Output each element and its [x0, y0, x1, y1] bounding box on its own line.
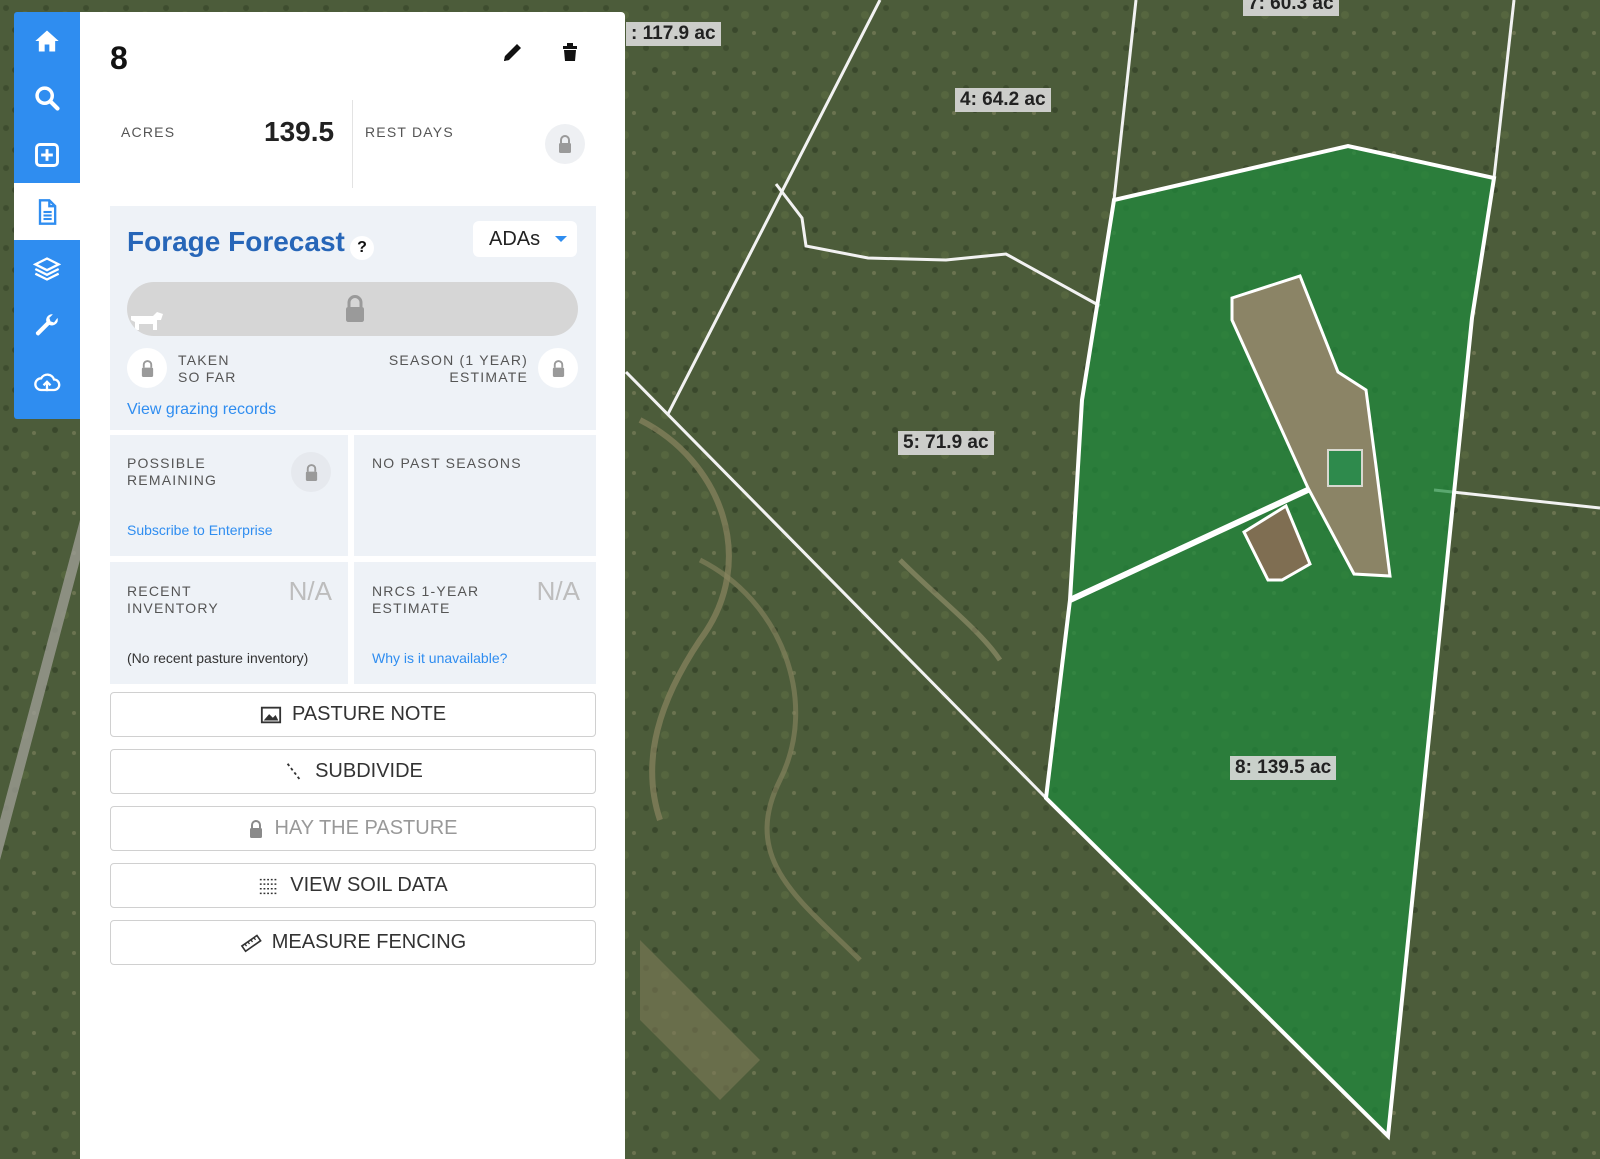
lock-icon [250, 819, 263, 838]
nrcs-estimate-label: NRCS 1-YEAR ESTIMATE [372, 583, 479, 617]
nrcs-label-line2: ESTIMATE [372, 600, 451, 616]
edit-button[interactable] [495, 34, 531, 70]
view-soil-data-button[interactable]: VIEW SOIL DATA [110, 863, 596, 908]
lock-icon [552, 359, 564, 377]
pasture-detail-panel: 8 ACRES 139.5 REST DAYS Forage Forecast … [80, 12, 625, 1159]
add-square-icon [35, 142, 59, 167]
unit-select-value: ADAs [489, 227, 541, 250]
lock-icon [305, 463, 317, 481]
help-icon[interactable]: ? [350, 236, 374, 260]
possible-remaining-label: POSSIBLE REMAINING [127, 455, 217, 489]
possible-label-line2: REMAINING [127, 472, 218, 488]
lock-icon [559, 135, 571, 153]
document-button[interactable] [14, 183, 80, 240]
why-unavailable-link[interactable]: Why is it unavailable? [372, 650, 507, 666]
soil-grid-icon [260, 878, 279, 894]
subscribe-enterprise-link[interactable]: Subscribe to Enterprise [127, 522, 273, 538]
possible-label-line1: POSSIBLE [127, 455, 206, 471]
wrench-icon [35, 313, 58, 335]
map-label-pasture-4[interactable]: 4: 64.2 ac [955, 88, 1051, 112]
search-icon [35, 85, 60, 111]
add-button[interactable] [14, 126, 80, 183]
recent-inventory-value: N/A [288, 576, 332, 606]
unit-select[interactable]: ADAs [473, 221, 577, 257]
tools-button[interactable] [14, 297, 80, 354]
delete-button[interactable] [552, 34, 588, 70]
season-estimate-label: SEASON (1 YEAR) ESTIMATE [389, 352, 528, 386]
rest-days-lock [545, 124, 585, 164]
stat-divider [352, 100, 353, 188]
layers-icon [33, 256, 61, 281]
recent-label-line1: RECENT [127, 583, 192, 599]
ruler-icon [240, 933, 262, 952]
possible-remaining-cell: POSSIBLE REMAINING Subscribe to Enterpri… [110, 435, 348, 556]
icon-rail [14, 12, 80, 419]
forage-forecast-card: Forage Forecast ? ADAs TAKEN SO FAR SEAS… [110, 206, 596, 430]
recent-label-line2: INVENTORY [127, 600, 219, 616]
image-icon [260, 706, 282, 723]
home-button[interactable] [14, 12, 80, 69]
forage-progress-bar [127, 282, 578, 336]
acres-value: 139.5 [264, 116, 335, 147]
view-grazing-records-link[interactable]: View grazing records [127, 401, 276, 419]
subdivide-label: SUBDIVIDE [315, 760, 423, 782]
subdivide-button[interactable]: SUBDIVIDE [110, 749, 596, 794]
cloud-upload-icon [34, 373, 61, 391]
map-label-pasture-5[interactable]: 5: 71.9 ac [898, 431, 994, 455]
nrcs-label-line1: NRCS 1-YEAR [372, 583, 480, 599]
nrcs-estimate-value: N/A [536, 576, 580, 606]
pasture-title: 8 [110, 40, 128, 76]
hay-pasture-button[interactable]: HAY THE PASTURE [110, 806, 596, 851]
measure-fencing-label: MEASURE FENCING [271, 931, 467, 953]
taken-label-line1: TAKEN [178, 352, 230, 368]
split-line-icon [286, 762, 302, 781]
nrcs-estimate-cell: NRCS 1-YEAR ESTIMATE N/A Why is it unava… [354, 562, 596, 684]
forage-forecast-title: Forage Forecast [127, 226, 345, 257]
taken-label: TAKEN SO FAR [178, 352, 237, 386]
acres-label: ACRES [121, 124, 176, 140]
season-label-line1: SEASON (1 YEAR) [388, 352, 528, 368]
search-button[interactable] [14, 69, 80, 126]
view-soil-data-label: VIEW SOIL DATA [290, 874, 448, 896]
map-label-pasture-8[interactable]: 8: 139.5 ac [1230, 756, 1337, 780]
recent-inventory-note: (No recent pasture inventory) [127, 650, 309, 666]
layers-button[interactable] [14, 240, 80, 297]
possible-lock [291, 452, 331, 492]
trash-icon [563, 43, 577, 61]
hay-pasture-label: HAY THE PASTURE [274, 817, 458, 839]
lock-icon [346, 295, 364, 322]
cow-icon [131, 312, 163, 330]
no-past-seasons-label: NO PAST SEASONS [372, 455, 522, 471]
map-label-pasture-117[interactable]: : 117.9 ac [626, 22, 721, 46]
past-seasons-cell: NO PAST SEASONS [354, 435, 596, 556]
pasture-note-button[interactable]: PASTURE NOTE [110, 692, 596, 737]
season-label-line2: ESTIMATE [449, 369, 528, 385]
taken-lock [127, 348, 167, 388]
pasture-note-label: PASTURE NOTE [291, 703, 447, 725]
caret-down-icon [555, 236, 567, 242]
document-icon [38, 198, 57, 225]
taken-label-line2: SO FAR [178, 369, 237, 385]
season-lock [538, 348, 578, 388]
map-label-pasture-7[interactable]: 7: 60.3 ac [1243, 0, 1339, 16]
cloud-sync-button[interactable] [14, 354, 80, 411]
recent-inventory-cell: RECENT INVENTORY N/A (No recent pasture … [110, 562, 348, 684]
home-icon [35, 30, 59, 51]
lock-icon [141, 359, 153, 377]
recent-inventory-label: RECENT INVENTORY [127, 583, 219, 617]
measure-fencing-button[interactable]: MEASURE FENCING [110, 920, 596, 965]
rest-days-label: REST DAYS [365, 124, 454, 140]
pencil-icon [504, 44, 521, 61]
